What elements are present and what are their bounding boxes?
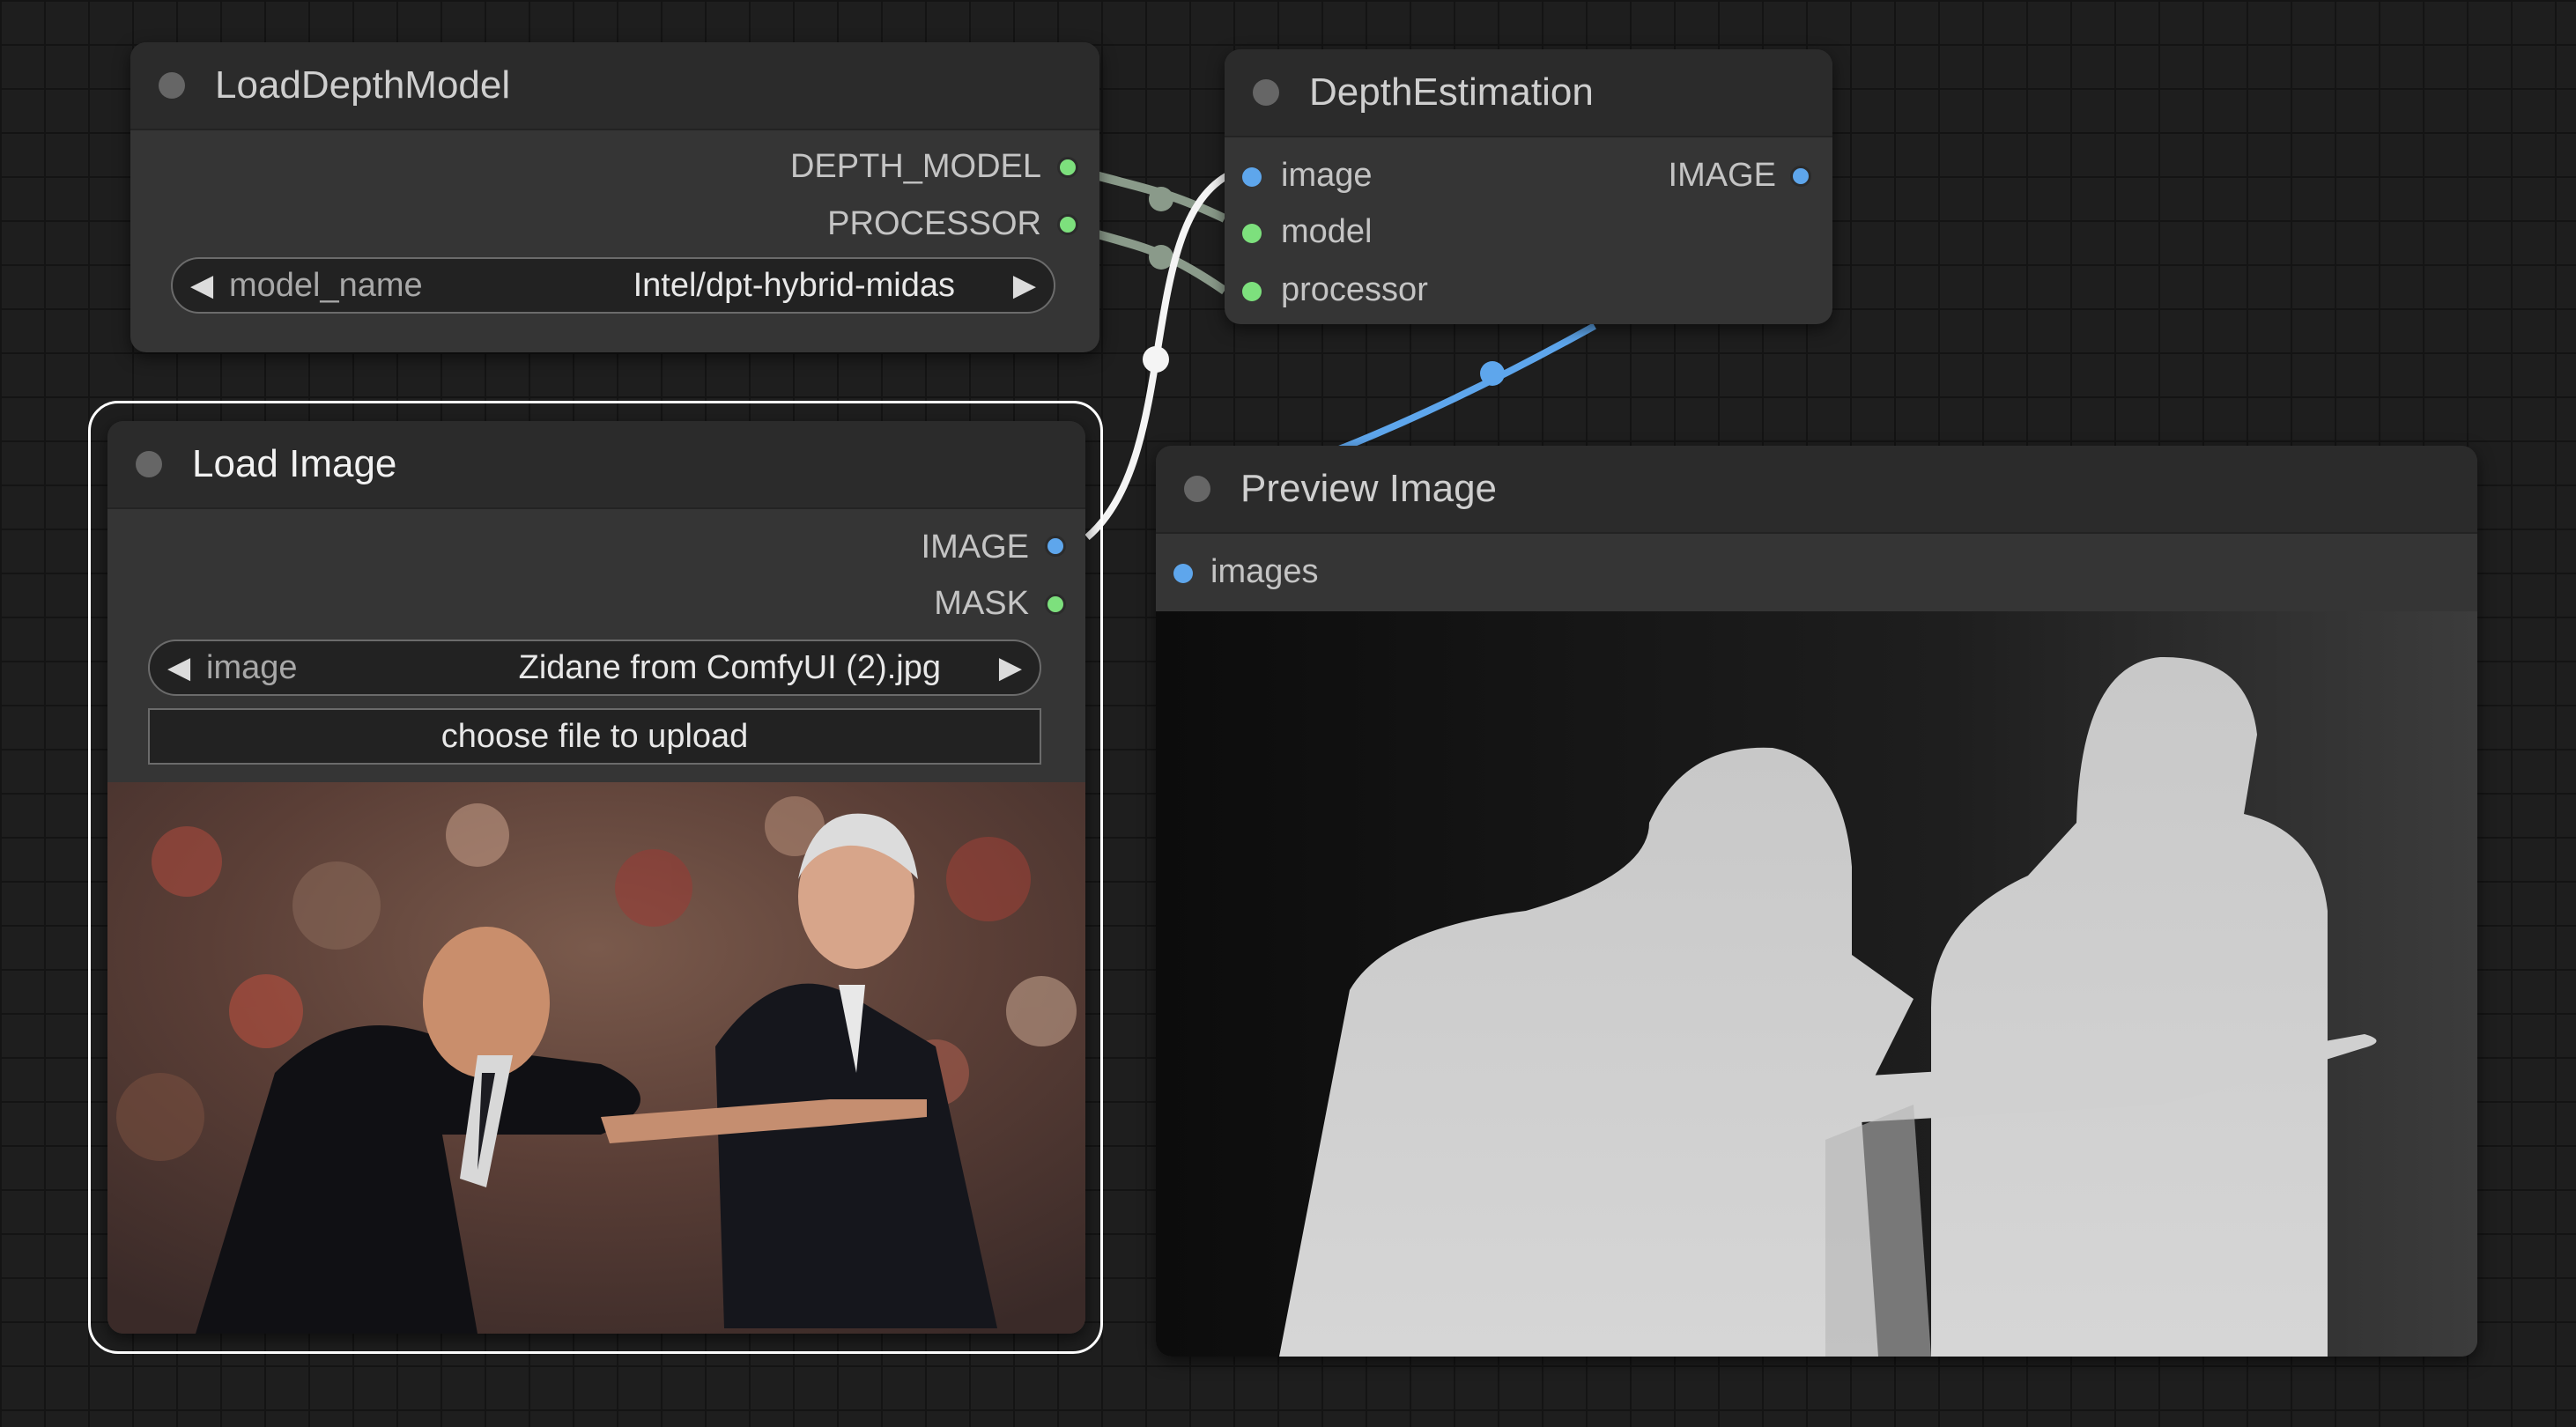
collapse-dot-icon[interactable] [159,72,185,99]
combo-next-arrow-icon[interactable]: ▶ [1013,259,1036,312]
loaded-image-preview [107,782,1085,1334]
input-slot-images[interactable] [1173,564,1193,583]
input-slot-model[interactable] [1242,224,1262,243]
input-slot-processor[interactable] [1242,282,1262,301]
collapse-dot-icon[interactable] [1184,476,1210,502]
input-label-processor: processor [1281,271,1428,308]
link-image-midpoint[interactable] [1143,346,1169,373]
node-title-bar[interactable]: Load Image [107,421,1085,509]
node-title-bar[interactable]: LoadDepthModel [130,42,1099,130]
link-model-midpoint[interactable] [1149,187,1173,211]
input-label-image: image [1281,157,1373,194]
output-slot-image[interactable] [1790,166,1811,187]
combo-name: image [206,649,298,686]
node-title-bar[interactable]: Preview Image [1156,446,2477,534]
input-slot-image[interactable] [1242,167,1262,187]
output-label-image: IMAGE [921,529,1029,566]
input-label-images: images [1210,553,1319,590]
image-combo[interactable]: ◀ image Zidane from ComfyUI (2).jpg ▶ [148,640,1041,696]
collapse-dot-icon[interactable] [136,451,162,477]
output-label-processor: PROCESSOR [827,205,1041,242]
link-processor-midpoint[interactable] [1149,245,1173,270]
collapse-dot-icon[interactable] [1253,79,1279,106]
node-title-bar[interactable]: DepthEstimation [1225,49,1832,137]
combo-next-arrow-icon[interactable]: ▶ [999,641,1022,694]
output-slot-mask[interactable] [1045,594,1066,615]
combo-prev-arrow-icon[interactable]: ◀ [190,259,213,312]
output-label-image: IMAGE [1668,157,1776,194]
node-title: Load Image [192,442,397,485]
node-title: LoadDepthModel [215,63,511,107]
node-title: DepthEstimation [1309,70,1594,114]
model-name-combo[interactable]: ◀ model_name Intel/dpt-hybrid-midas ▶ [171,257,1055,314]
combo-prev-arrow-icon[interactable]: ◀ [167,641,190,694]
output-label-depth-model: DEPTH_MODEL [789,148,1041,185]
link-depth-preview-midpoint[interactable] [1480,361,1505,386]
node-load-depth-model[interactable]: LoadDepthModel DEPTH_MODEL PROCESSOR ◀ m… [130,42,1099,352]
output-label-mask: MASK [934,585,1029,622]
output-slot-image[interactable] [1045,536,1066,557]
node-graph-canvas[interactable]: LoadDepthModel DEPTH_MODEL PROCESSOR ◀ m… [0,0,2576,1427]
combo-name: model_name [229,267,423,304]
combo-value: Zidane from ComfyUI (2).jpg [518,649,941,686]
node-depth-estimation[interactable]: DepthEstimation image model processor IM… [1225,49,1832,324]
choose-file-button[interactable]: choose file to upload [148,708,1041,765]
node-title: Preview Image [1240,467,1498,510]
node-load-image[interactable]: Load Image IMAGE MASK ◀ image Zidane fro… [107,421,1085,1334]
node-preview-image[interactable]: Preview Image images [1156,446,2477,1357]
preview-depth-image [1156,611,2477,1357]
output-slot-processor[interactable] [1057,214,1078,235]
combo-value: Intel/dpt-hybrid-midas [633,267,955,304]
link-depth-to-preview[interactable] [1337,322,1596,453]
output-slot-depth-model[interactable] [1057,157,1078,178]
input-label-model: model [1281,213,1373,250]
